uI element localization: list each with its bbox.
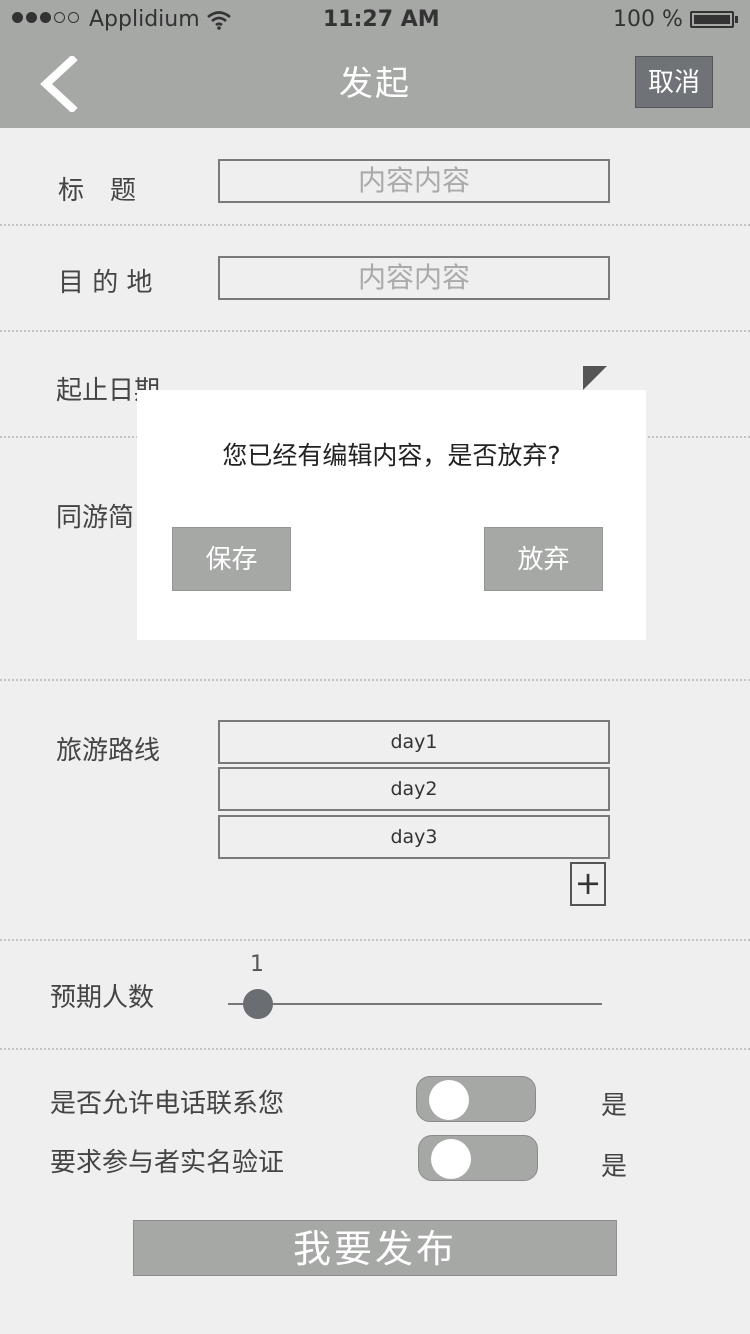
- divider: [0, 679, 750, 681]
- divider: [0, 224, 750, 226]
- people-slider-thumb[interactable]: [243, 989, 273, 1019]
- divider: [0, 939, 750, 941]
- companion-label: 同游简: [56, 503, 135, 533]
- title-label: 标 题: [58, 176, 137, 206]
- date-picker-indicator-icon[interactable]: [583, 366, 607, 390]
- battery-percent: 100 %: [613, 7, 683, 32]
- route-day-2[interactable]: day2: [218, 767, 610, 811]
- back-chevron-icon[interactable]: [38, 56, 88, 112]
- status-time: 11:27 AM: [323, 7, 440, 32]
- publish-button[interactable]: 我要发布: [133, 1220, 617, 1276]
- carrier-name: Applidium: [89, 7, 200, 32]
- require-realname-toggle[interactable]: [418, 1135, 538, 1181]
- divider: [0, 330, 750, 332]
- route-day-3[interactable]: day3: [218, 815, 610, 859]
- destination-label: 目 的 地: [58, 268, 153, 298]
- destination-input[interactable]: 内容内容: [218, 256, 610, 300]
- dialog-message: 您已经有编辑内容，是否放弃?: [222, 441, 561, 470]
- require-realname-label: 要求参与者实名验证: [50, 1148, 285, 1178]
- title-input[interactable]: 内容内容: [218, 159, 610, 203]
- allow-phone-toggle[interactable]: [416, 1076, 536, 1122]
- route-day-1[interactable]: day1: [218, 720, 610, 764]
- divider: [0, 1048, 750, 1050]
- save-button[interactable]: 保存: [172, 527, 291, 591]
- expected-people-label: 预期人数: [50, 983, 155, 1013]
- plus-icon: +: [574, 864, 602, 902]
- cancel-button[interactable]: 取消: [635, 56, 713, 108]
- people-slider-track[interactable]: [228, 1003, 602, 1005]
- signal-dots-icon: [12, 12, 79, 23]
- add-day-button[interactable]: +: [570, 862, 606, 906]
- battery-icon: [690, 11, 738, 28]
- status-bar: Applidium 11:27 AM 100 %: [0, 0, 750, 40]
- discard-dialog: [137, 390, 646, 640]
- require-realname-state: 是: [601, 1152, 628, 1182]
- route-label: 旅游路线: [56, 736, 161, 766]
- discard-button[interactable]: 放弃: [484, 527, 603, 591]
- slider-value: 1: [250, 952, 264, 977]
- wifi-icon: [207, 11, 231, 30]
- allow-phone-label: 是否允许电话联系您: [50, 1089, 285, 1119]
- allow-phone-state: 是: [601, 1091, 628, 1121]
- toggle-knob: [429, 1080, 469, 1120]
- toggle-knob: [431, 1139, 471, 1179]
